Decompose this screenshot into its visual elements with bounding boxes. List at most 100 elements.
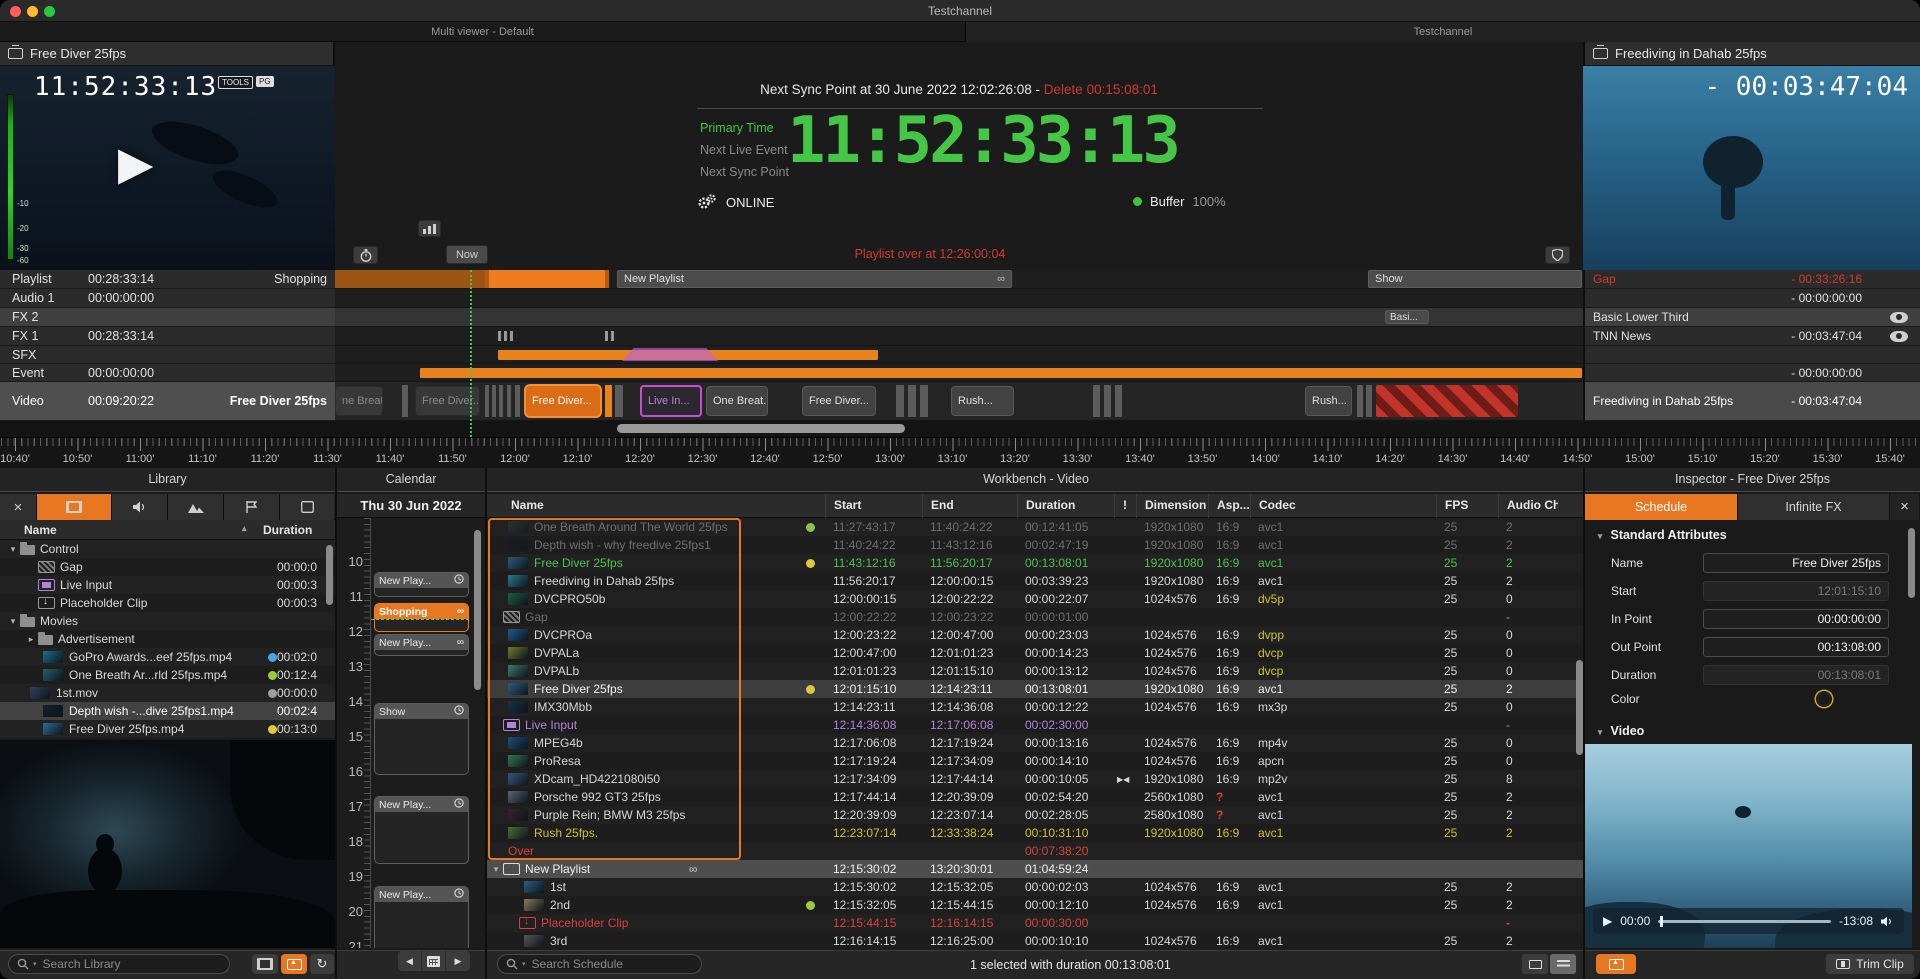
tab-infinite-fx[interactable]: Infinite FX: [1738, 494, 1890, 520]
timeline-clip[interactable]: ∞: [515, 385, 520, 417]
schedule-row[interactable]: Rush 25fps. ∞ 12:23:07:14 12:33:38:24 00…: [487, 824, 1585, 842]
calendar-scrollbar[interactable]: [474, 530, 481, 690]
schedule-row[interactable]: DVCPROa ∞ 12:00:23:22 12:00:47:00 00:00:…: [487, 626, 1585, 644]
library-item[interactable]: Gap 00:00:0: [0, 558, 335, 576]
schedule-row[interactable]: XDcam_HD4221080i50 ∞ 12:17:34:09 12:17:4…: [487, 770, 1585, 788]
timeline-clip[interactable]: ∞: [492, 385, 496, 417]
eye-icon[interactable]: [1890, 331, 1908, 342]
section-video[interactable]: ▾ Video: [1593, 724, 1644, 738]
library-refresh-button[interactable]: ↻: [310, 954, 334, 974]
color-swatch[interactable]: [1726, 693, 1738, 705]
timeline-clip[interactable]: Rush... ∞: [951, 386, 1014, 416]
timeline-clip[interactable]: ∞: [1376, 385, 1518, 417]
timeline-clip[interactable]: ∞: [499, 385, 503, 417]
library-tab-flags[interactable]: [224, 494, 280, 520]
workbench-column-header[interactable]: Name Start End Duration ! Dimension Asp.…: [487, 494, 1585, 518]
timeline-clip[interactable]: ∞: [605, 331, 608, 341]
monitor-row-playlist[interactable]: Gap- 00:33:26:16: [1583, 270, 1920, 289]
color-swatch[interactable]: [1706, 696, 1712, 702]
timeline-clip[interactable]: One Breat... ∞: [706, 386, 768, 416]
player-seek-slider[interactable]: [1658, 920, 1831, 923]
color-swatch[interactable]: [1818, 693, 1830, 705]
schedule-row[interactable]: Free Diver 25fps ∞ 11:43:12:16 11:56:20:…: [487, 554, 1585, 572]
library-item[interactable]: Live Input 00:00:3: [0, 576, 335, 594]
section-standard-attributes[interactable]: ▾ Standard Attributes: [1593, 528, 1727, 542]
timeline-clip[interactable]: ∞: [615, 385, 623, 417]
trim-clip-button[interactable]: Trim Clip: [1826, 954, 1914, 974]
library-view-film-button[interactable]: [252, 954, 278, 974]
timeline-clip[interactable]: ∞: [504, 331, 507, 341]
schedule-row[interactable]: Purple Rein; BMW M3 25fps ∞ 12:20:39:09 …: [487, 806, 1585, 824]
schedule-row[interactable]: Over ∞ 00:07:38:20: [487, 842, 1585, 860]
calendar-event[interactable]: New Play... ∞: [374, 634, 469, 656]
library-col-duration[interactable]: Duration: [263, 523, 312, 537]
timeline-clip[interactable]: ∞: [896, 385, 904, 417]
timeline-clip[interactable]: ∞: [498, 331, 501, 341]
color-swatch[interactable]: [1795, 693, 1807, 705]
schedule-row[interactable]: 1st ∞ 12:15:30:02 12:15:32:05 00:00:02:0…: [487, 878, 1585, 896]
schedule-row[interactable]: Live Input ∞ 12:14:36:08 12:17:06:08 00:…: [487, 716, 1585, 734]
calendar-event[interactable]: Show ∞: [374, 703, 469, 775]
inspector-video-preview[interactable]: ▶ 00:00 -13:08: [1585, 744, 1912, 948]
chart-view-button[interactable]: [418, 220, 441, 237]
schedule-row[interactable]: 3rd ∞ 12:16:14:15 12:16:25:00 00:00:10:1…: [487, 932, 1585, 950]
monitor-row-sfx[interactable]: [1583, 346, 1920, 364]
track-canvas-sfx[interactable]: ∞ ∞: [335, 346, 1583, 364]
schedule-row[interactable]: Gap ∞ 12:00:22:22 12:00:23:22 00:00:01:0…: [487, 608, 1585, 626]
library-item[interactable]: ▸ Advertisement: [0, 630, 335, 648]
field-value[interactable]: 00:13:08:00: [1703, 637, 1889, 657]
timeline-clip[interactable]: Show ∞: [1368, 270, 1582, 288]
track-label-sfx[interactable]: SFX: [0, 346, 335, 364]
color-swatch[interactable]: [1772, 693, 1784, 705]
track-label-playlist[interactable]: Playlist00:28:33:14Shopping: [0, 270, 335, 289]
inspector-scrollbar[interactable]: [1908, 528, 1915, 598]
library-tab-movies[interactable]: [37, 494, 112, 520]
track-canvas-playlist[interactable]: ∞ ∞ New Playlist ∞ Show ∞: [335, 270, 1583, 289]
schedule-row[interactable]: ▾ New Playlist ∞ 12:15:30:02 13:20:30:01…: [487, 860, 1585, 878]
library-tab-stills[interactable]: [168, 494, 224, 520]
countdown-mode-button[interactable]: [353, 246, 378, 264]
track-canvas-audio1[interactable]: [335, 289, 1583, 308]
eye-icon[interactable]: [1890, 312, 1908, 323]
field-value[interactable]: Free Diver 25fps: [1703, 553, 1889, 573]
timeline-clip[interactable]: ∞: [485, 270, 609, 288]
now-button[interactable]: Now: [446, 245, 488, 264]
timeline-clip[interactable]: ∞: [1115, 385, 1122, 417]
calendar-date-header[interactable]: Thu 30 Jun 2022: [337, 494, 485, 518]
timeline-scrollbar[interactable]: [617, 424, 905, 433]
calendar-event[interactable]: New Play... ∞: [374, 796, 469, 864]
calendar-today-button[interactable]: [422, 951, 446, 971]
field-value[interactable]: 00:00:00:00: [1703, 609, 1889, 629]
monitor-row-video[interactable]: Freediving in Dahab 25fps- 00:03:47:04: [1583, 382, 1920, 421]
timeline-ruler[interactable]: 10:40'10:50'11:00'11:10'11:20'11:30'11:4…: [0, 437, 1920, 468]
track-label-fx1[interactable]: FX 100:28:33:14: [0, 327, 335, 346]
timeline-clip[interactable]: Rush... ∞: [1305, 386, 1352, 416]
workbench-scrollbar[interactable]: [1576, 660, 1583, 755]
track-canvas-fx2[interactable]: Basi... ∞: [335, 308, 1583, 327]
timeline-clip[interactable]: ∞: [1357, 385, 1363, 417]
calendar-next-button[interactable]: ▶: [446, 951, 470, 971]
schedule-row[interactable]: DVCPRO50b ∞ 12:00:00:15 12:00:22:22 00:0…: [487, 590, 1585, 608]
field-value[interactable]: 12:01:15:10: [1703, 581, 1889, 601]
calendar-prev-button[interactable]: ◀: [398, 951, 422, 971]
library-item[interactable]: One Breath Ar...rld 25fps.mp4 00:12:4: [0, 666, 335, 684]
library-preview-image[interactable]: [0, 740, 335, 948]
library-item[interactable]: GoPro Awards...eef 25fps.mp4 00:02:0: [0, 648, 335, 666]
timeline-clip[interactable]: ∞: [420, 368, 1582, 378]
color-swatch[interactable]: [1841, 693, 1853, 705]
library-search[interactable]: ▾: [8, 954, 230, 974]
timeline-clip[interactable]: Free Diver... ∞: [524, 384, 602, 418]
speaker-icon[interactable]: [1881, 916, 1894, 927]
schedule-row[interactable]: DVPALb ∞ 12:01:01:23 12:01:15:10 00:00:1…: [487, 662, 1585, 680]
calendar-canvas[interactable]: 101112131415161718192021 New Play... ∞ S…: [337, 518, 485, 948]
color-swatch[interactable]: [1864, 693, 1876, 705]
schedule-row[interactable]: Porsche 992 GT3 25fps ∞ 12:17:44:14 12:2…: [487, 788, 1585, 806]
library-item[interactable]: 1st.mov 00:00:0: [0, 684, 335, 702]
schedule-row[interactable]: 2nd ∞ 12:15:32:05 12:15:44:15 00:00:12:1…: [487, 896, 1585, 914]
field-value[interactable]: 00:13:08:01: [1703, 665, 1889, 685]
tab-testchannel[interactable]: Testchannel: [966, 22, 1920, 42]
monitor-row-fx1[interactable]: TNN News- 00:03:47:04: [1583, 327, 1920, 346]
timeline-clip[interactable]: ∞: [402, 385, 408, 417]
timeline-clip[interactable]: ∞: [622, 348, 718, 361]
tab-schedule[interactable]: Schedule: [1585, 494, 1738, 520]
